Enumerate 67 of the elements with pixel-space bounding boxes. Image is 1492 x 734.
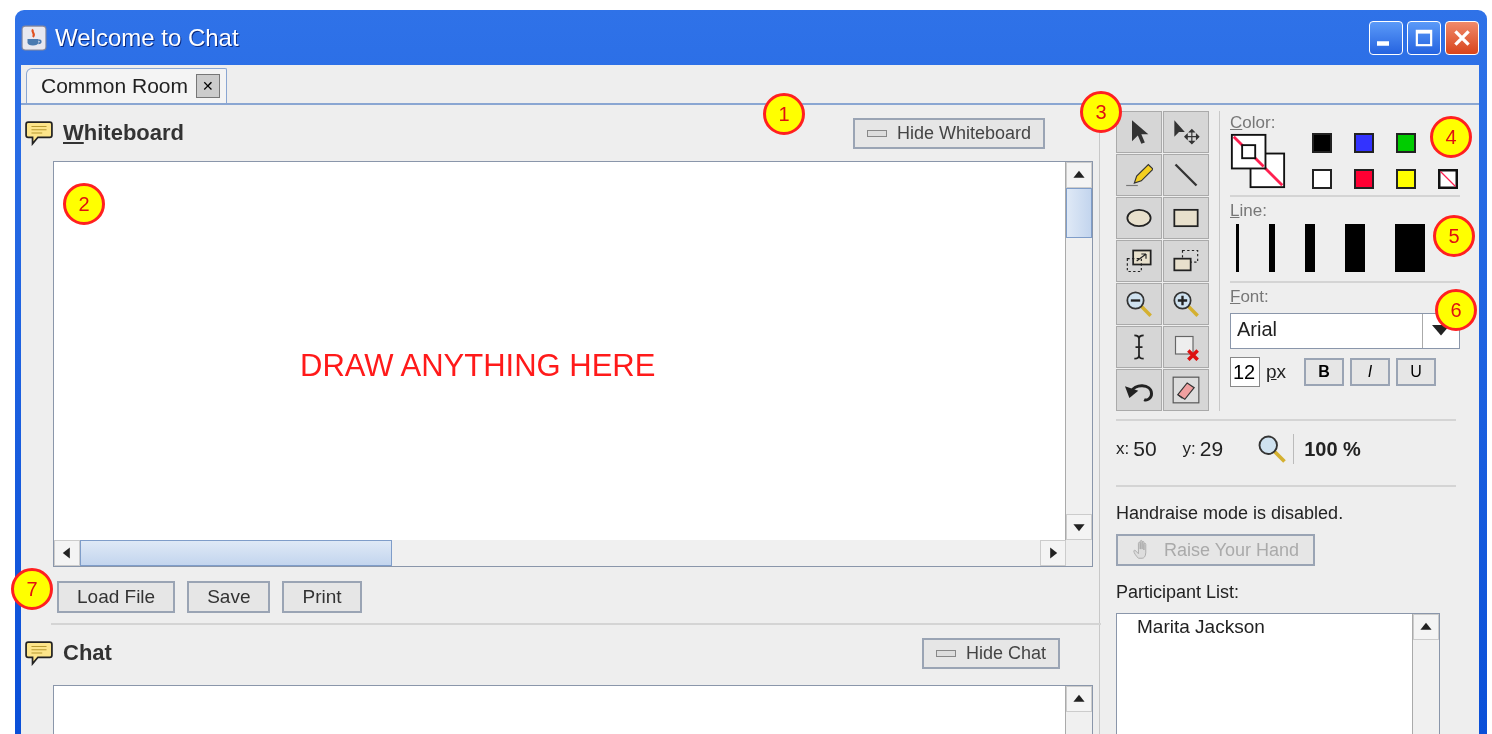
x-value: 50 [1133, 437, 1157, 461]
tool-button[interactable] [1163, 197, 1209, 239]
y-label: y: [1182, 439, 1196, 459]
no-color-swatch[interactable] [1438, 169, 1458, 189]
color-swatch[interactable] [1354, 133, 1374, 153]
tab-label: Common Room [41, 74, 189, 98]
line-label: Line: [1230, 201, 1268, 221]
tool-button[interactable] [1116, 326, 1162, 368]
eraser-icon [1172, 376, 1200, 404]
vertical-scrollbar[interactable] [1066, 162, 1092, 540]
color-label: Color: [1230, 113, 1277, 133]
line-icon [1172, 161, 1200, 189]
tool-button[interactable] [1116, 111, 1162, 153]
hide-chat-button[interactable]: Hide Chat [921, 637, 1060, 669]
room-tab[interactable]: Common Room ✕ [26, 68, 228, 103]
color-selector-icon [1230, 133, 1286, 189]
speech-bubble-icon [25, 640, 53, 666]
whiteboard-button[interactable]: Save [187, 581, 271, 613]
tool-button[interactable] [1163, 154, 1209, 196]
color-swatch[interactable] [1396, 133, 1416, 153]
pointer-move-icon [1172, 118, 1200, 146]
section-title: Whiteboard [63, 120, 184, 146]
minimize-icon [1377, 41, 1389, 46]
maximize-button[interactable] [1407, 20, 1441, 55]
handraise-message: Handraise mode is disabled. [1116, 503, 1345, 524]
color-swatch[interactable] [1312, 133, 1332, 153]
tool-button[interactable] [1163, 111, 1209, 153]
close-button[interactable] [1445, 20, 1479, 55]
coffee-cup-icon [21, 24, 47, 51]
resize-icon [1125, 247, 1153, 275]
y-value: 29 [1199, 437, 1224, 461]
tool-button[interactable] [1163, 283, 1209, 325]
participant-list-label: Participant List: [1116, 582, 1241, 603]
scroll-thumb[interactable] [80, 540, 392, 566]
color-swatch[interactable] [1354, 169, 1374, 189]
zoom-level: 100 % [1304, 437, 1361, 461]
hide-whiteboard-button[interactable]: Hide Whiteboard [852, 117, 1045, 149]
font-style-button[interactable]: U [1396, 358, 1437, 386]
unit-label: px [1266, 361, 1287, 383]
font-style-button[interactable]: B [1304, 358, 1345, 386]
canvas-text: DRAW ANYTHING HERE [300, 348, 656, 384]
zoom-out-icon [1125, 290, 1153, 318]
font-label: Font: [1230, 287, 1270, 307]
minimize-button[interactable] [1369, 20, 1403, 55]
zoom-in-icon [1172, 290, 1200, 318]
tool-button[interactable] [1116, 283, 1162, 325]
font-style-button[interactable]: I [1350, 358, 1391, 386]
delete-selection-icon [1172, 333, 1200, 361]
section-title: Chat [63, 640, 112, 666]
speech-bubble-icon [25, 120, 53, 146]
horizontal-scrollbar[interactable] [54, 540, 1066, 566]
scroll-thumb[interactable] [1066, 188, 1092, 238]
whiteboard-button[interactable]: Print [282, 581, 362, 613]
magnifier-icon [1257, 434, 1295, 464]
participant-name[interactable]: Marita Jackson [1137, 616, 1265, 637]
tab-close-button[interactable]: ✕ [196, 74, 221, 98]
x-label: x: [1116, 439, 1130, 459]
font-size-field[interactable]: 12 [1230, 357, 1260, 387]
color-swatch[interactable] [1396, 169, 1416, 189]
tool-button[interactable] [1163, 240, 1209, 282]
tool-button[interactable] [1116, 369, 1162, 411]
tool-button[interactable] [1116, 240, 1162, 282]
window-title: Welcome to Chat [55, 23, 239, 52]
pencil-icon [1125, 161, 1153, 189]
whiteboard-button[interactable]: Load File [57, 581, 176, 613]
color-swatch[interactable] [1312, 169, 1332, 189]
tool-button[interactable] [1116, 197, 1162, 239]
